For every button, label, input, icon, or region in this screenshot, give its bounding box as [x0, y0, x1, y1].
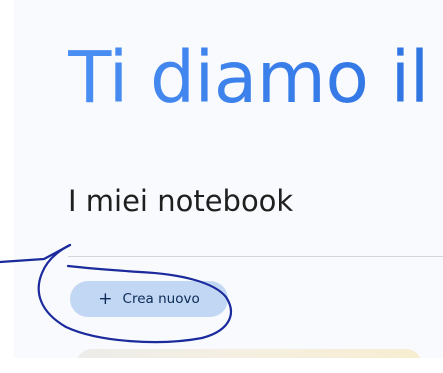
plus-icon: + [98, 288, 113, 309]
hero-title: Ti diamo il [68, 36, 429, 119]
create-new-label: Crea nuovo [122, 291, 200, 307]
section-title-my-notebooks: I miei notebook [68, 184, 294, 218]
create-new-button[interactable]: + Crea nuovo [70, 281, 228, 317]
main-content: Ti diamo il I miei notebook + Crea nuovo [14, 0, 443, 373]
bottom-strip [0, 358, 443, 373]
section-divider [68, 256, 443, 257]
page: Ti diamo il I miei notebook + Crea nuovo [0, 0, 443, 373]
